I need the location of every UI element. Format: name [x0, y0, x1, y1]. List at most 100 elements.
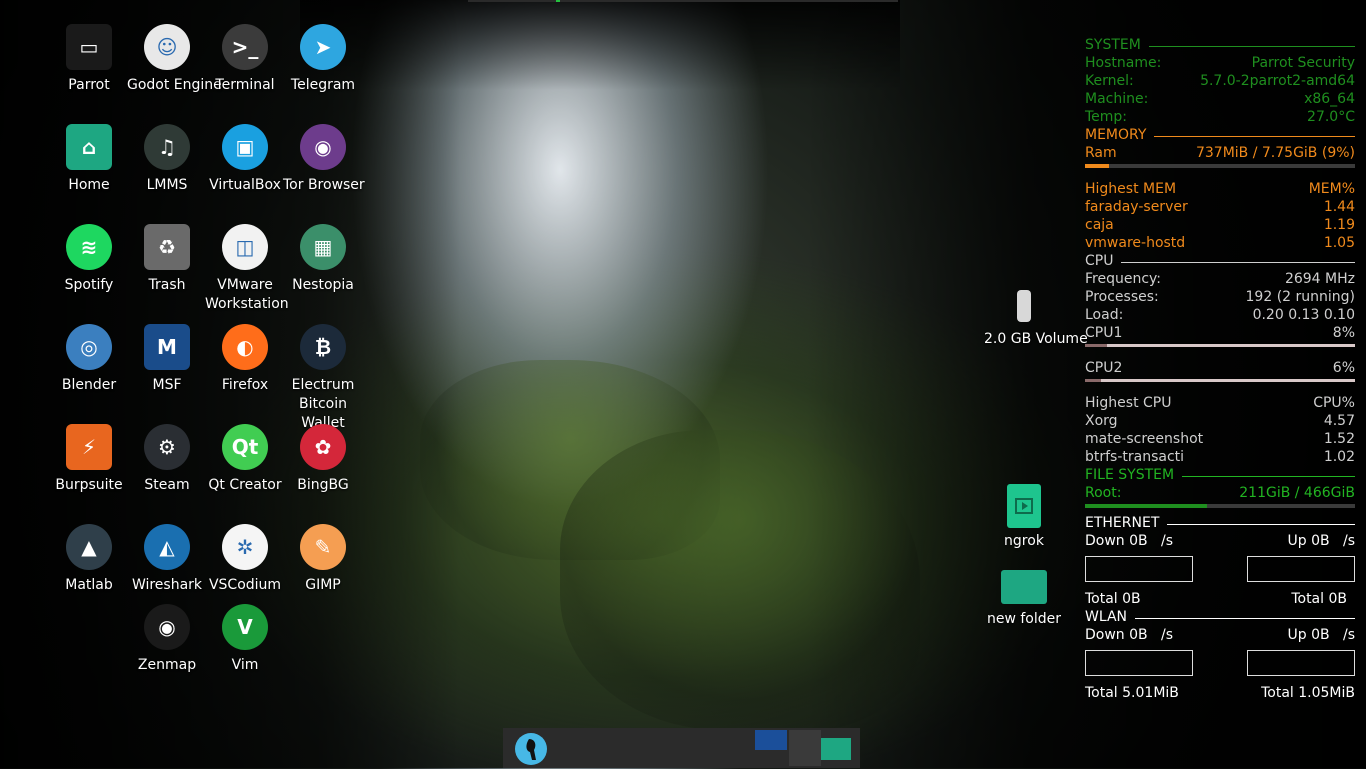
- desktop-icon-label: Spotify: [64, 277, 114, 293]
- desktop-icon-telegram[interactable]: ➤ Telegram: [283, 24, 363, 95]
- row-value: x86_64: [1304, 91, 1355, 107]
- burpsuite-icon: ⚡: [66, 424, 112, 470]
- desktop-icon-ngrok[interactable]: ngrok: [984, 484, 1064, 551]
- conky-row-eth-speed: Down 0B /s Up 0B /s: [1085, 532, 1355, 550]
- wlan-up-graph: [1247, 650, 1355, 676]
- process-name: Xorg: [1085, 413, 1118, 429]
- process-value: 1.05: [1323, 235, 1355, 251]
- desktop-icon-matlab[interactable]: ▲ Matlab: [49, 524, 129, 595]
- desktop-icon-new-folder[interactable]: new folder: [984, 570, 1064, 629]
- gimp-icon: ✎: [300, 524, 346, 570]
- conky-row-top-mem: vmware-hostd 1.05: [1085, 234, 1355, 252]
- desktop-icon-tor-browser[interactable]: ◉ Tor Browser: [283, 124, 365, 195]
- desktop-icon-blender[interactable]: ◎ Blender: [49, 324, 129, 395]
- root-usage-bar: [1085, 504, 1355, 508]
- terminal-icon: >_: [222, 24, 268, 70]
- conky-row-ram: Ram 737MiB / 7.75GiB (9%): [1085, 144, 1355, 162]
- desktop-icon-bingbg[interactable]: ✿ BingBG: [283, 424, 363, 495]
- row-value: 6%: [1332, 360, 1355, 376]
- desktop-icon-label: Parrot: [68, 77, 110, 93]
- row-value: 8%: [1332, 325, 1355, 341]
- desktop-icon-label: Burpsuite: [55, 477, 123, 493]
- conky-section-cpu: CPU: [1085, 252, 1355, 270]
- desktop-icon-godot-engine[interactable]: ☺ Godot Engine: [127, 24, 222, 95]
- process-name: caja: [1085, 217, 1114, 233]
- desktop-icon-electrum-bitcoin-wallet[interactable]: ₿ Electrum Bitcoin Wallet: [283, 324, 363, 433]
- matlab-icon: ▲: [66, 524, 112, 570]
- desktop-icon-label: VMware Workstation: [205, 277, 289, 312]
- conky-section-system: SYSTEM: [1085, 36, 1355, 54]
- zenmap-icon: ◉: [144, 604, 190, 650]
- section-title: ETHERNET: [1085, 515, 1160, 531]
- desktop-icon-steam[interactable]: ⚙ Steam: [127, 424, 207, 495]
- lmms-icon: ♫: [144, 124, 190, 170]
- desktop-icon-msf[interactable]: M MSF: [127, 324, 207, 395]
- wireshark-icon: ◭: [144, 524, 190, 570]
- section-title: WLAN: [1085, 609, 1128, 625]
- desktop-icon-label: Home: [68, 177, 110, 193]
- desktop-icon-parrot[interactable]: ▭ Parrot: [49, 24, 129, 95]
- row-label: Root:: [1085, 485, 1122, 501]
- conky-row-temp: Temp: 27.0°C: [1085, 108, 1355, 126]
- metasploit-icon: M: [144, 324, 190, 370]
- desktop-icon-spotify[interactable]: ≋ Spotify: [49, 224, 129, 295]
- desktop-icon-wireshark[interactable]: ◭ Wireshark: [127, 524, 207, 595]
- folder-icon: [1001, 570, 1047, 604]
- row-label: CPU2: [1085, 360, 1123, 376]
- video-file-icon: [1007, 484, 1041, 528]
- desktop-icon-label: Telegram: [290, 77, 356, 93]
- conky-section-wlan: WLAN: [1085, 608, 1355, 626]
- process-value: 4.57: [1323, 413, 1355, 429]
- desktop-icon-burpsuite[interactable]: ⚡ Burpsuite: [49, 424, 129, 495]
- desktop-icon-trash[interactable]: ♻ Trash: [127, 224, 207, 295]
- desktop-icon-vscodium[interactable]: ✲ VSCodium: [205, 524, 285, 595]
- conky-row-machine: Machine: x86_64: [1085, 90, 1355, 108]
- conky-section-ethernet: ETHERNET: [1085, 514, 1355, 532]
- desktop-icon-vim[interactable]: V Vim: [205, 604, 285, 675]
- desktop-icon-home[interactable]: ⌂ Home: [49, 124, 129, 195]
- row-label: Temp:: [1085, 109, 1128, 125]
- conky-row-load: Load: 0.20 0.13 0.10: [1085, 306, 1355, 324]
- row-value: 0.20 0.13 0.10: [1252, 307, 1355, 323]
- desktop-icon-terminal[interactable]: >_ Terminal: [205, 24, 285, 95]
- conky-row-top-cpu: btrfs-transacti 1.02: [1085, 448, 1355, 466]
- desktop-icon-lmms[interactable]: ♫ LMMS: [127, 124, 207, 195]
- row-value: 2694 MHz: [1284, 271, 1355, 287]
- conky-row-eth-total: Total 0B Total 0B: [1085, 590, 1355, 608]
- row-label: Processes:: [1085, 289, 1159, 305]
- conky-row-top-cpu-header: Highest CPU CPU%: [1085, 394, 1355, 412]
- desktop-icon-usb-volume[interactable]: 2.0 GB Volume: [984, 290, 1088, 349]
- cpu1-usage-bar: [1085, 344, 1355, 347]
- workspace-2[interactable]: [789, 730, 821, 766]
- process-name: mate-screenshot: [1085, 431, 1204, 447]
- wallpaper-rock: [560, 430, 920, 730]
- desktop-icon-label: Godot Engine: [127, 77, 222, 93]
- firefox-icon: ◐: [222, 324, 268, 370]
- desktop-icon-label: Nestopia: [292, 277, 354, 293]
- process-value: 1.44: [1323, 199, 1355, 215]
- eth-graphs: [1085, 556, 1355, 582]
- workspace-1[interactable]: [755, 730, 787, 750]
- desktop-icon-qt-creator[interactable]: Qt Qt Creator: [205, 424, 285, 495]
- desktop-icon-firefox[interactable]: ◐ Firefox: [205, 324, 285, 395]
- conky-row-top-mem: caja 1.19: [1085, 216, 1355, 234]
- desktop-icon-label: Zenmap: [137, 657, 197, 673]
- desktop-icon-zenmap[interactable]: ◉ Zenmap: [127, 604, 207, 675]
- conky-row-hostname: Hostname: Parrot Security: [1085, 54, 1355, 72]
- process-value: 1.19: [1323, 217, 1355, 233]
- desktop-icon-virtualbox[interactable]: ▣ VirtualBox: [205, 124, 285, 195]
- desktop-icon-label: Vim: [231, 657, 259, 673]
- parrot-menu-icon[interactable]: [515, 733, 547, 765]
- wlan-graphs: [1085, 650, 1355, 676]
- row-value: 211GiB / 466GiB: [1239, 485, 1355, 501]
- desktop-icon-nestopia[interactable]: ▦ Nestopia: [283, 224, 363, 295]
- conky-row-kernel: Kernel: 5.7.0-2parrot2-amd64: [1085, 72, 1355, 90]
- conky-section-filesystem: FILE SYSTEM: [1085, 466, 1355, 484]
- ram-usage-bar: [1085, 164, 1355, 168]
- row-label: Kernel:: [1085, 73, 1134, 89]
- workspace-3[interactable]: [821, 738, 851, 760]
- desktop-icon-label: Matlab: [65, 577, 113, 593]
- desktop-icon-gimp[interactable]: ✎ GIMP: [283, 524, 363, 595]
- desktop-icon-vmware-workstation[interactable]: ◫ VMware Workstation: [205, 224, 289, 314]
- conky-row-wlan-total: Total 5.01MiB Total 1.05MiB: [1085, 684, 1355, 702]
